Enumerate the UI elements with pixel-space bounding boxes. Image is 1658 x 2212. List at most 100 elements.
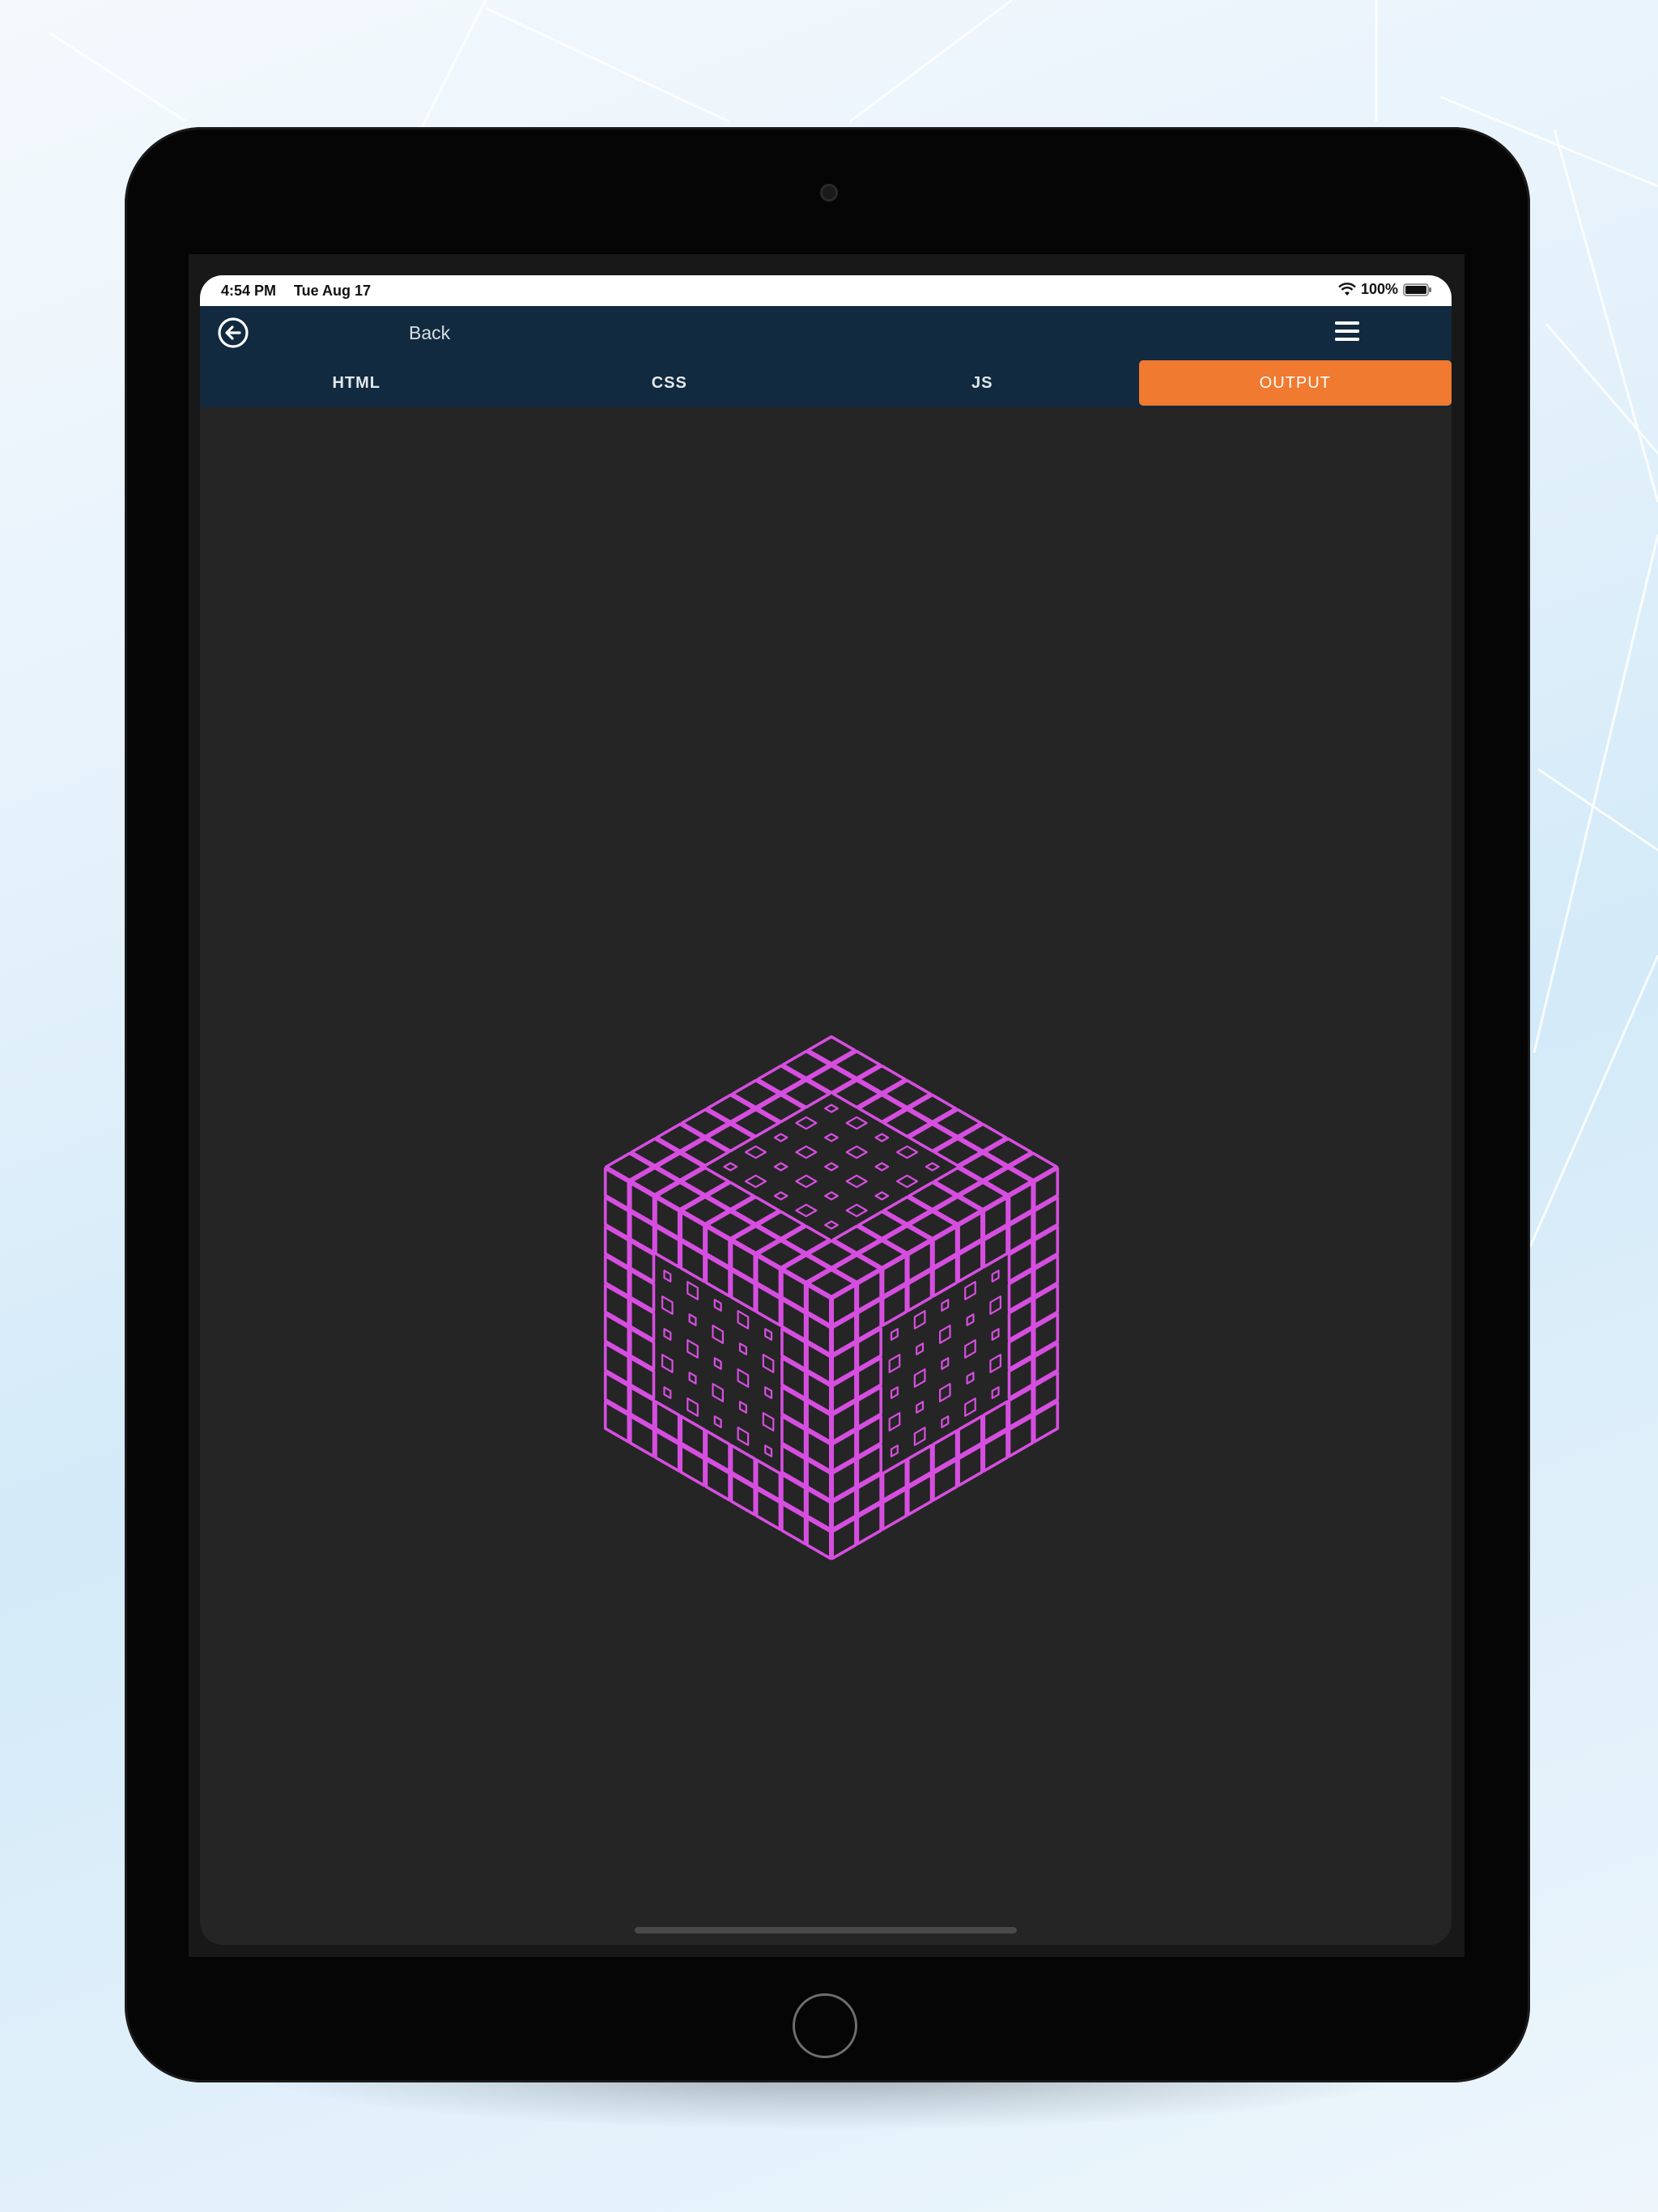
cube-cell: [806, 1516, 832, 1560]
cube-cell: [806, 1371, 832, 1414]
home-button[interactable]: [793, 1993, 857, 2058]
cube-cell: [831, 1429, 857, 1473]
cube-cell: [705, 1122, 755, 1153]
back-button[interactable]: Back: [409, 322, 450, 344]
cube-cell: [603, 1400, 631, 1444]
cube-cell: [663, 1270, 672, 1283]
cube-cell: [831, 1487, 857, 1531]
cube-cell: [991, 1386, 1000, 1399]
cube-cell: [762, 1354, 775, 1373]
tab-html[interactable]: HTML: [200, 359, 513, 407]
cube-cell: [966, 1372, 975, 1385]
cube-cell: [764, 1386, 773, 1399]
cube-cell: [663, 1328, 672, 1341]
cube-cell: [756, 1210, 806, 1240]
cube-cell: [958, 1180, 1008, 1211]
cube-cell: [688, 1313, 697, 1326]
cube-cell: [991, 1328, 1000, 1341]
cube-cell: [957, 1414, 984, 1458]
cube-cell: [603, 1283, 631, 1327]
cube-cell: [661, 1295, 674, 1315]
cube-cell: [857, 1064, 907, 1095]
cube-cell: [680, 1108, 730, 1138]
cube-cell: [1007, 1385, 1035, 1429]
cube-cell: [857, 1210, 907, 1240]
battery-percentage: 100%: [1360, 281, 1398, 297]
cube-cell: [824, 1162, 839, 1172]
cube-cell: [881, 1283, 908, 1327]
cube-cell: [713, 1299, 722, 1312]
cube-cell: [941, 1415, 950, 1428]
cube-cell: [982, 1225, 1009, 1269]
cube-cell: [780, 1269, 807, 1312]
tab-js[interactable]: JS: [826, 359, 1139, 407]
cube-cell: [958, 1122, 1008, 1153]
cube-cell: [731, 1078, 780, 1109]
cube-cell: [1007, 1298, 1035, 1342]
cube-cell: [764, 1444, 773, 1457]
cube-cell: [888, 1354, 901, 1373]
cube-cell: [655, 1122, 705, 1153]
tab-output[interactable]: OUTPUT: [1138, 360, 1452, 406]
cube-cell: [704, 1225, 731, 1269]
cube-cell: [780, 1385, 807, 1429]
cube-cell: [603, 1312, 631, 1356]
cube-cell: [913, 1368, 926, 1388]
cube-cell: [603, 1167, 631, 1210]
cube-cell: [933, 1108, 983, 1138]
cube-cell: [605, 1151, 655, 1182]
cube-cell: [908, 1122, 958, 1153]
cube-cell: [806, 1064, 857, 1095]
cube-cell: [1032, 1400, 1060, 1444]
cube-cell: [991, 1270, 1000, 1283]
cube-cell: [629, 1356, 656, 1400]
cube-cell: [795, 1116, 818, 1130]
cube-cell: [908, 1093, 958, 1124]
cube-cell: [603, 1371, 631, 1414]
cube-cell: [831, 1400, 857, 1444]
cube-cell: [941, 1299, 950, 1312]
cube-cell: [679, 1210, 706, 1254]
cube-cell: [762, 1412, 775, 1431]
cube-cell: [874, 1162, 890, 1172]
cube-cell: [831, 1342, 857, 1385]
cube-cell: [958, 1151, 1008, 1182]
cube-cell: [806, 1035, 857, 1066]
cube-cell: [712, 1383, 724, 1402]
cube-cell: [1032, 1196, 1060, 1240]
tab-css[interactable]: CSS: [513, 359, 827, 407]
cube-cell: [933, 1166, 983, 1197]
cube-cell: [906, 1444, 933, 1487]
cube-cell: [983, 1166, 1033, 1197]
cube-cell: [806, 1239, 857, 1270]
cube-cell: [806, 1429, 832, 1473]
cube-cell: [831, 1253, 882, 1284]
cube-cell: [906, 1240, 933, 1283]
cube-cell: [939, 1325, 951, 1344]
cube-cell: [795, 1174, 818, 1189]
cube-cell: [964, 1397, 976, 1417]
cube-cell: [756, 1093, 806, 1124]
cube-cell: [906, 1473, 933, 1516]
cube-cell: [964, 1281, 976, 1300]
cube-cell: [888, 1412, 901, 1431]
cube-cell: [806, 1268, 857, 1299]
cube-cell: [1032, 1225, 1060, 1269]
cube-cell: [806, 1400, 832, 1444]
cube-cell: [882, 1224, 933, 1255]
circle-arrow-left-icon[interactable]: [216, 316, 250, 350]
cube-cell: [831, 1312, 857, 1356]
cube-cell: [824, 1133, 839, 1142]
cube-cell: [857, 1093, 907, 1124]
status-date: Tue Aug 17: [294, 283, 372, 299]
cube-cell: [890, 1444, 899, 1457]
status-bar: 4:54 PM Tue Aug 17 100%: [200, 275, 1452, 306]
cube-cell: [780, 1414, 807, 1458]
cube-cell: [755, 1283, 782, 1327]
cube-cell: [966, 1313, 975, 1326]
cube-cell: [982, 1429, 1009, 1473]
cube-cell: [738, 1342, 747, 1355]
cube-cell: [845, 1145, 868, 1159]
cube-cell: [713, 1415, 722, 1428]
hamburger-menu-icon[interactable]: [1333, 319, 1361, 343]
